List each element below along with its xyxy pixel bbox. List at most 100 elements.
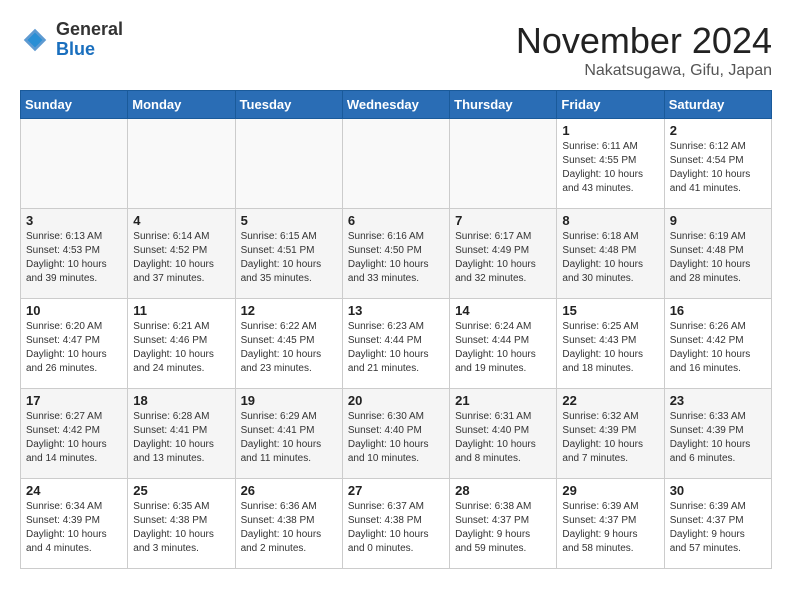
- day-cell: [450, 119, 557, 209]
- day-info: Sunrise: 6:39 AMSunset: 4:37 PMDaylight:…: [562, 500, 658, 556]
- calendar-header: SundayMondayTuesdayWednesdayThursdayFrid…: [21, 91, 772, 119]
- day-cell: 16 Sunrise: 6:26 AMSunset: 4:42 PMDayligh…: [664, 299, 771, 389]
- day-cell: [235, 119, 342, 209]
- week-row-3: 10 Sunrise: 6:20 AMSunset: 4:47 PMDayligh…: [21, 299, 772, 389]
- week-row-1: 1 Sunrise: 6:11 AMSunset: 4:55 PMDaylight…: [21, 119, 772, 209]
- day-number: 21: [455, 393, 551, 408]
- day-info: Sunrise: 6:18 AMSunset: 4:48 PMDaylight:…: [562, 230, 658, 286]
- day-info: Sunrise: 6:17 AMSunset: 4:49 PMDaylight:…: [455, 230, 551, 286]
- week-row-5: 24 Sunrise: 6:34 AMSunset: 4:39 PMDayligh…: [21, 479, 772, 569]
- title-area: November 2024 Nakatsugawa, Gifu, Japan: [516, 20, 772, 80]
- day-info: Sunrise: 6:24 AMSunset: 4:44 PMDaylight:…: [455, 320, 551, 376]
- day-info: Sunrise: 6:15 AMSunset: 4:51 PMDaylight:…: [241, 230, 337, 286]
- header-row: SundayMondayTuesdayWednesdayThursdayFrid…: [21, 91, 772, 119]
- day-number: 24: [26, 483, 122, 498]
- day-cell: 4 Sunrise: 6:14 AMSunset: 4:52 PMDaylight…: [128, 209, 235, 299]
- header-thursday: Thursday: [450, 91, 557, 119]
- day-number: 6: [348, 213, 444, 228]
- day-cell: 10 Sunrise: 6:20 AMSunset: 4:47 PMDayligh…: [21, 299, 128, 389]
- day-cell: 26Sunrise: 6:36 AMSunset: 4:38 PMDayligh…: [235, 479, 342, 569]
- day-cell: 1 Sunrise: 6:11 AMSunset: 4:55 PMDaylight…: [557, 119, 664, 209]
- day-number: 10: [26, 303, 122, 318]
- day-info: Sunrise: 6:28 AMSunset: 4:41 PMDaylight:…: [133, 410, 229, 466]
- day-info: Sunrise: 6:26 AMSunset: 4:42 PMDaylight:…: [670, 320, 766, 376]
- day-info: Sunrise: 6:33 AMSunset: 4:39 PMDaylight:…: [670, 410, 766, 466]
- day-number: 27: [348, 483, 444, 498]
- day-number: 4: [133, 213, 229, 228]
- logo-text: General Blue: [56, 20, 123, 60]
- day-info: Sunrise: 6:30 AMSunset: 4:40 PMDaylight:…: [348, 410, 444, 466]
- day-info: Sunrise: 6:19 AMSunset: 4:48 PMDaylight:…: [670, 230, 766, 286]
- day-info: Sunrise: 6:20 AMSunset: 4:47 PMDaylight:…: [26, 320, 122, 376]
- day-number: 18: [133, 393, 229, 408]
- day-cell: 13Sunrise: 6:23 AMSunset: 4:44 PMDayligh…: [342, 299, 449, 389]
- day-cell: 21 Sunrise: 6:31 AMSunset: 4:40 PMDayligh…: [450, 389, 557, 479]
- day-info: Sunrise: 6:21 AMSunset: 4:46 PMDaylight:…: [133, 320, 229, 376]
- day-number: 1: [562, 123, 658, 138]
- day-number: 30: [670, 483, 766, 498]
- day-cell: 28Sunrise: 6:38 AMSunset: 4:37 PMDayligh…: [450, 479, 557, 569]
- day-cell: 20 Sunrise: 6:30 AMSunset: 4:40 PMDayligh…: [342, 389, 449, 479]
- header: General Blue November 2024 Nakatsugawa, …: [20, 20, 772, 80]
- day-number: 20: [348, 393, 444, 408]
- logo-icon: [20, 25, 50, 55]
- day-cell: 14 Sunrise: 6:24 AMSunset: 4:44 PMDayligh…: [450, 299, 557, 389]
- day-info: Sunrise: 6:22 AMSunset: 4:45 PMDaylight:…: [241, 320, 337, 376]
- day-info: Sunrise: 6:32 AMSunset: 4:39 PMDaylight:…: [562, 410, 658, 466]
- day-cell: 3 Sunrise: 6:13 AMSunset: 4:53 PMDaylight…: [21, 209, 128, 299]
- day-cell: 30 Sunrise: 6:39 AMSunset: 4:37 PMDayligh…: [664, 479, 771, 569]
- day-cell: 24 Sunrise: 6:34 AMSunset: 4:39 PMDayligh…: [21, 479, 128, 569]
- week-row-2: 3 Sunrise: 6:13 AMSunset: 4:53 PMDaylight…: [21, 209, 772, 299]
- day-info: Sunrise: 6:12 AMSunset: 4:54 PMDaylight:…: [670, 140, 766, 196]
- day-cell: [128, 119, 235, 209]
- day-number: 22: [562, 393, 658, 408]
- month-title: November 2024: [516, 20, 772, 62]
- day-number: 29: [562, 483, 658, 498]
- day-info: Sunrise: 6:37 AMSunset: 4:38 PMDaylight:…: [348, 500, 444, 556]
- day-number: 23: [670, 393, 766, 408]
- day-number: 26: [241, 483, 337, 498]
- day-number: 3: [26, 213, 122, 228]
- day-number: 16: [670, 303, 766, 318]
- header-wednesday: Wednesday: [342, 91, 449, 119]
- day-info: Sunrise: 6:29 AMSunset: 4:41 PMDaylight:…: [241, 410, 337, 466]
- day-cell: 5 Sunrise: 6:15 AMSunset: 4:51 PMDaylight…: [235, 209, 342, 299]
- day-number: 2: [670, 123, 766, 138]
- day-cell: [342, 119, 449, 209]
- day-cell: 8Sunrise: 6:18 AMSunset: 4:48 PMDaylight…: [557, 209, 664, 299]
- day-cell: 6Sunrise: 6:16 AMSunset: 4:50 PMDaylight…: [342, 209, 449, 299]
- day-info: Sunrise: 6:31 AMSunset: 4:40 PMDaylight:…: [455, 410, 551, 466]
- day-cell: 18 Sunrise: 6:28 AMSunset: 4:41 PMDayligh…: [128, 389, 235, 479]
- day-info: Sunrise: 6:11 AMSunset: 4:55 PMDaylight:…: [562, 140, 658, 196]
- day-info: Sunrise: 6:35 AMSunset: 4:38 PMDaylight:…: [133, 500, 229, 556]
- location: Nakatsugawa, Gifu, Japan: [516, 62, 772, 80]
- header-sunday: Sunday: [21, 91, 128, 119]
- day-number: 14: [455, 303, 551, 318]
- day-info: Sunrise: 6:34 AMSunset: 4:39 PMDaylight:…: [26, 500, 122, 556]
- day-cell: 9 Sunrise: 6:19 AMSunset: 4:48 PMDaylight…: [664, 209, 771, 299]
- day-cell: 19Sunrise: 6:29 AMSunset: 4:41 PMDayligh…: [235, 389, 342, 479]
- day-info: Sunrise: 6:39 AMSunset: 4:37 PMDaylight:…: [670, 500, 766, 556]
- day-info: Sunrise: 6:13 AMSunset: 4:53 PMDaylight:…: [26, 230, 122, 286]
- week-row-4: 17Sunrise: 6:27 AMSunset: 4:42 PMDayligh…: [21, 389, 772, 479]
- day-number: 12: [241, 303, 337, 318]
- day-number: 9: [670, 213, 766, 228]
- day-cell: [21, 119, 128, 209]
- day-number: 7: [455, 213, 551, 228]
- logo: General Blue: [20, 20, 123, 60]
- calendar-table: SundayMondayTuesdayWednesdayThursdayFrid…: [20, 90, 772, 569]
- day-cell: 23 Sunrise: 6:33 AMSunset: 4:39 PMDayligh…: [664, 389, 771, 479]
- day-cell: 29 Sunrise: 6:39 AMSunset: 4:37 PMDayligh…: [557, 479, 664, 569]
- logo-general-text: General: [56, 20, 123, 40]
- day-number: 5: [241, 213, 337, 228]
- day-cell: 15Sunrise: 6:25 AMSunset: 4:43 PMDayligh…: [557, 299, 664, 389]
- header-saturday: Saturday: [664, 91, 771, 119]
- header-friday: Friday: [557, 91, 664, 119]
- day-cell: 7 Sunrise: 6:17 AMSunset: 4:49 PMDaylight…: [450, 209, 557, 299]
- day-info: Sunrise: 6:27 AMSunset: 4:42 PMDaylight:…: [26, 410, 122, 466]
- calendar-body: 1 Sunrise: 6:11 AMSunset: 4:55 PMDaylight…: [21, 119, 772, 569]
- day-info: Sunrise: 6:14 AMSunset: 4:52 PMDaylight:…: [133, 230, 229, 286]
- day-number: 15: [562, 303, 658, 318]
- day-cell: 17Sunrise: 6:27 AMSunset: 4:42 PMDayligh…: [21, 389, 128, 479]
- day-number: 13: [348, 303, 444, 318]
